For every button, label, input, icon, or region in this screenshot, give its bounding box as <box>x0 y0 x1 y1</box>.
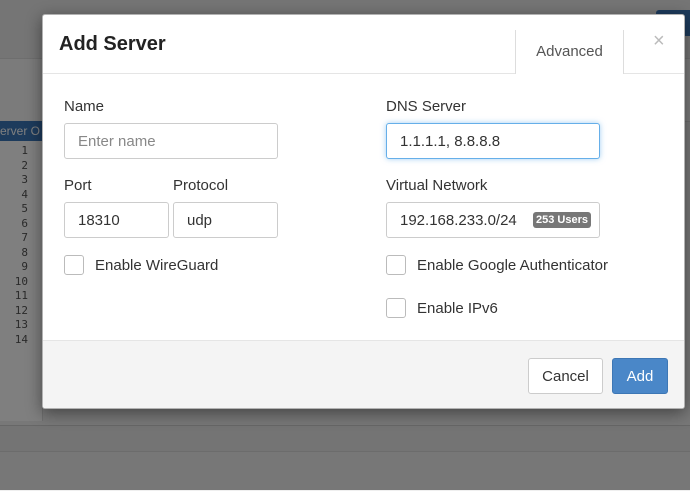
protocol-input[interactable] <box>173 202 278 238</box>
name-input[interactable] <box>64 123 278 159</box>
dns-server-label: DNS Server <box>386 98 467 115</box>
modal-footer: Cancel Add <box>43 340 684 408</box>
enable-google-authenticator-checkbox[interactable] <box>386 255 406 275</box>
port-input[interactable] <box>64 202 169 238</box>
cancel-button[interactable]: Cancel <box>528 358 603 394</box>
dns-server-input[interactable] <box>386 123 600 159</box>
enable-wireguard-label[interactable]: Enable WireGuard <box>95 257 218 274</box>
enable-ipv6-checkbox[interactable] <box>386 298 406 318</box>
virtual-network-field: 253 Users <box>386 202 600 238</box>
close-icon[interactable]: × <box>653 31 665 51</box>
enable-google-authenticator-label[interactable]: Enable Google Authenticator <box>417 257 608 274</box>
name-label: Name <box>64 98 105 115</box>
virtual-network-label: Virtual Network <box>386 177 488 194</box>
protocol-label: Protocol <box>173 177 229 194</box>
enable-ipv6-label[interactable]: Enable IPv6 <box>417 300 498 317</box>
users-count-badge: 253 Users <box>533 212 591 228</box>
modal-title: Add Server <box>59 33 166 55</box>
enable-wireguard-checkbox[interactable] <box>64 255 84 275</box>
add-server-dialog: Add Server Advanced × Name DNS Server Po… <box>42 14 685 409</box>
port-label: Port <box>64 177 92 194</box>
modal-header: Add Server Advanced × <box>43 15 684 74</box>
advanced-tab[interactable]: Advanced <box>515 30 624 74</box>
add-button[interactable]: Add <box>612 358 668 394</box>
